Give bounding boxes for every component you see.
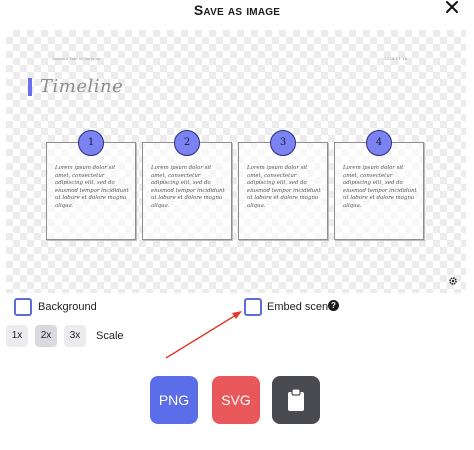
export-png-button[interactable]: PNG <box>150 376 198 424</box>
clipboard-icon <box>288 388 304 411</box>
export-svg-button[interactable]: SVG <box>212 376 260 424</box>
copy-to-clipboard-button[interactable] <box>272 376 320 424</box>
